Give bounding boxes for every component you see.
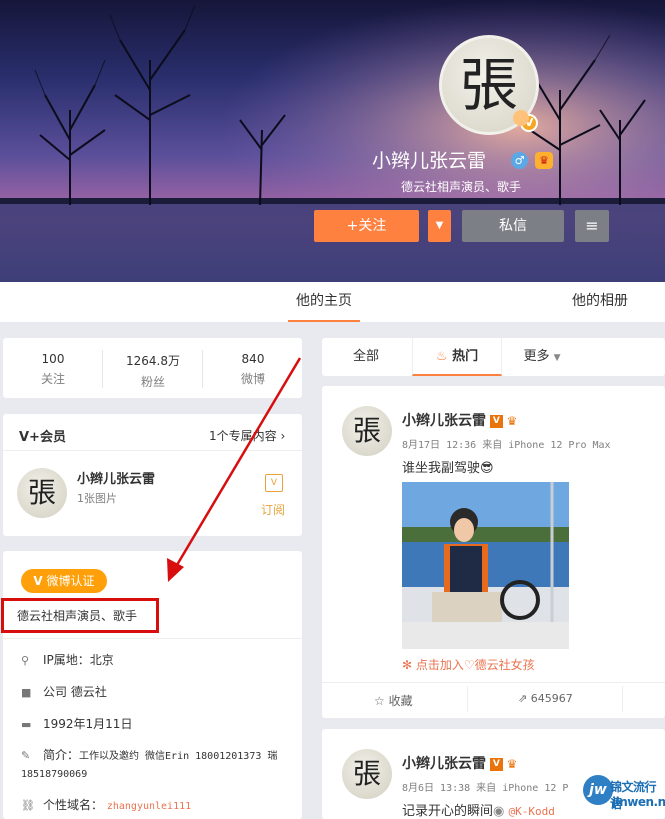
- divider: [322, 682, 665, 683]
- more-menu-button[interactable]: ≡: [575, 210, 609, 242]
- divider: [622, 686, 623, 712]
- feed-tab-hot[interactable]: ♨ 热门: [412, 338, 502, 376]
- chevron-down-icon: ▼: [553, 353, 561, 363]
- intro-row: ✎ 简介：工作以及邀约 微信Erin 18001201373 瑞185187900…: [21, 747, 291, 783]
- stat-following[interactable]: 100 关注: [3, 338, 103, 387]
- post-author-avatar[interactable]: 張: [342, 406, 392, 456]
- watermark-logo-icon: jw: [583, 775, 613, 805]
- post-author-avatar[interactable]: 張: [342, 749, 392, 799]
- emoji-icon: ◉: [493, 804, 505, 819]
- company-value: 德云社: [70, 685, 107, 699]
- post-author-row: 小辫儿张云雷 V ♛: [402, 753, 517, 773]
- weibo-verified-badge: V 微博认证: [21, 569, 107, 593]
- birthday-text: 1992年1月11日: [43, 717, 133, 731]
- ip-location-row: ⚲ IP属地：北京: [21, 651, 114, 668]
- post-text-body: 记录开心的瞬间: [402, 804, 494, 819]
- post-meta[interactable]: 8月17日 12:36 来自 iPhone 12 Pro Max: [402, 436, 611, 451]
- profile-cover: 張 V 小辫儿张云雷 ♂ ♛ 德云社相声演员、歌手 +关注 ▼ 私信 ≡: [0, 0, 665, 282]
- company-row: ■ 公司 德云社: [21, 683, 107, 700]
- vip-v-icon: V: [489, 415, 503, 428]
- post-meta[interactable]: 8月6日 13:38 来自 iPhone 12 P: [402, 779, 568, 794]
- post-photo[interactable]: [402, 482, 569, 649]
- v-icon: V: [33, 574, 43, 588]
- feed-tab-all[interactable]: 全部: [336, 338, 396, 376]
- cake-icon: ▬: [21, 718, 32, 731]
- sparkle-icon: ✻: [402, 658, 413, 672]
- member-image-count: 1张图片: [77, 492, 117, 505]
- profile-tab-bar: 他的主页 他的相册: [0, 282, 665, 322]
- flame-icon: ♨: [435, 349, 448, 364]
- divider: [467, 686, 468, 712]
- join-fan-group-link[interactable]: ✻ 点击加入♡德云社女孩: [402, 656, 535, 673]
- profile-name: 小辫儿张云雷: [372, 150, 487, 172]
- intro-label: 简介：: [43, 748, 80, 762]
- company-label: 公司: [43, 685, 68, 699]
- vip-crown-icon[interactable]: ♛: [535, 152, 553, 169]
- feed-tab-more-label: 更多: [523, 349, 550, 364]
- watermark-url: jinwen.net: [612, 795, 665, 809]
- profile-info-card: V 微博认证 德云社相声演员、歌手 ⚲ IP属地：北京 ■ 公司 德云社 ▬ 1992…: [3, 551, 302, 819]
- tab-album[interactable]: 他的相册: [560, 282, 640, 322]
- edit-icon: ✎: [21, 749, 31, 762]
- follow-button[interactable]: +关注: [314, 210, 419, 242]
- annotation-highlight-box: [1, 598, 159, 633]
- divider: [3, 638, 302, 639]
- post-card: 張 小辫儿张云雷 V ♛ 8月17日 12:36 来自 iPhone 12 Pr…: [322, 386, 665, 718]
- join-fan-group-label: 点击加入♡德云社女孩: [415, 658, 535, 672]
- domain-label: 个性域名：: [43, 798, 104, 812]
- mention-link[interactable]: @K-Kodd: [509, 805, 555, 818]
- stat-label: 关注: [40, 372, 65, 386]
- star-icon: ☆: [374, 694, 385, 708]
- link-icon: ⛓: [21, 799, 35, 812]
- message-button[interactable]: 私信: [462, 210, 564, 242]
- crown-icon: ♛: [506, 757, 518, 771]
- tab-home[interactable]: 他的主页: [288, 282, 360, 322]
- briefcase-icon: ■: [21, 686, 32, 699]
- male-gender-icon: ♂: [511, 152, 528, 169]
- verified-badge-label: 微博认证: [46, 574, 95, 588]
- collect-button[interactable]: ☆ 收藏: [374, 692, 413, 709]
- post-text: 谁坐我副驾驶😎: [402, 461, 494, 476]
- level-badge-icon: [513, 110, 529, 126]
- forward-button[interactable]: ⇗ 645967: [518, 692, 573, 705]
- member-card-title: V+会员: [19, 430, 66, 445]
- share-icon: ⇗: [518, 692, 528, 705]
- feed-tab-more[interactable]: 更多 ▼: [512, 338, 572, 376]
- follow-dropdown-button[interactable]: ▼: [428, 210, 451, 242]
- chevron-down-icon: ▼: [435, 220, 444, 231]
- annotation-arrow: [167, 357, 302, 582]
- member-name[interactable]: 小辫儿张云雷: [77, 468, 155, 487]
- post-text: 记录开心的瞬间◉ @K-Kodd: [402, 800, 555, 819]
- post-author-name[interactable]: 小辫儿张云雷: [402, 413, 486, 429]
- domain-link[interactable]: zhangyunlei111: [107, 801, 191, 812]
- collect-label: 收藏: [388, 694, 413, 708]
- ip-location-text: IP属地：北京: [43, 653, 114, 667]
- feed-tab-hot-label: 热门: [452, 349, 479, 364]
- post-author-row: 小辫儿张云雷 V ♛: [402, 410, 517, 430]
- domain-row: ⛓ 个性域名： zhangyunlei111: [21, 796, 191, 813]
- stat-value: 100: [41, 352, 65, 366]
- crown-icon: ♛: [506, 414, 518, 428]
- hamburger-menu-icon: ≡: [585, 216, 599, 235]
- forward-count: 645967: [530, 692, 573, 705]
- member-avatar[interactable]: 張: [17, 468, 67, 518]
- birthday-row: ▬ 1992年1月11日: [21, 715, 132, 732]
- profile-description: 德云社相声演员、歌手: [401, 180, 522, 194]
- feed-tab-bar: 全部 ♨ 热门 更多 ▼: [322, 338, 665, 376]
- post-author-name[interactable]: 小辫儿张云雷: [402, 756, 486, 772]
- location-pin-icon: ⚲: [21, 654, 30, 667]
- vip-v-icon: V: [489, 758, 503, 771]
